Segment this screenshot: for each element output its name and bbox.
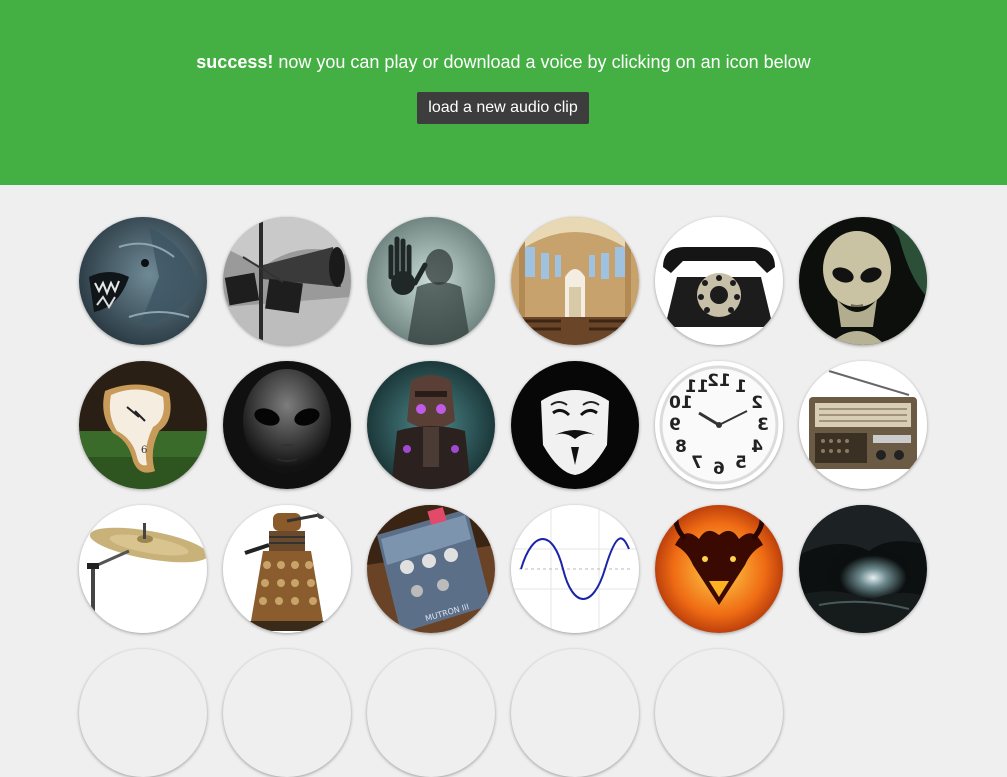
voice-item-partial[interactable] (79, 649, 207, 777)
voice-item-alien[interactable] (799, 217, 927, 345)
voice-item-radio[interactable] (799, 361, 927, 489)
voice-item-ghost[interactable] (367, 217, 495, 345)
voice-item-telephone[interactable] (655, 217, 783, 345)
monster-roar-icon (79, 217, 207, 345)
clock-numeral: 7 (691, 453, 703, 473)
voice-item-effects-pedal[interactable]: MUTRON III (367, 505, 495, 633)
clock-numeral: 9 (669, 415, 681, 435)
clock-numeral: 8 (675, 437, 687, 457)
voice-item-grey-alien[interactable] (223, 361, 351, 489)
sine-wave-icon (511, 505, 639, 633)
svg-text:6: 6 (141, 445, 147, 456)
cymbal-icon (79, 505, 207, 633)
load-new-audio-button[interactable]: load a new audio clip (417, 92, 589, 124)
anonymous-mask-icon (511, 361, 639, 489)
success-label: success! (196, 52, 274, 72)
effects-pedal-icon: MUTRON III (367, 505, 495, 633)
voice-item-cathedral[interactable] (511, 217, 639, 345)
cave-icon (799, 505, 927, 633)
reversed-clock-icon: 12 1234567891011 (655, 361, 783, 489)
grey-alien-icon (223, 361, 351, 489)
clock-numeral: 3 (757, 415, 769, 435)
fire-demon-icon (655, 505, 783, 633)
clock-numeral: 12 (707, 371, 731, 391)
clock-numeral: 6 (713, 459, 725, 479)
rotary-telephone-icon (655, 217, 783, 345)
voice-item-partial[interactable] (655, 649, 783, 777)
instruction-text: now you can play or download a voice by … (273, 52, 811, 72)
status-message: success! now you can play or download a … (0, 52, 1007, 73)
cathedral-icon (511, 217, 639, 345)
voice-item-melting-clock[interactable]: 6 (79, 361, 207, 489)
header-banner: success! now you can play or download a … (0, 0, 1007, 185)
clock-numeral: 11 (685, 377, 709, 397)
radio-icon (799, 361, 927, 489)
voice-item-fire-demon[interactable] (655, 505, 783, 633)
voice-item-partial[interactable] (511, 649, 639, 777)
dalek-icon (223, 505, 351, 633)
voice-item-megaphone[interactable] (223, 217, 351, 345)
ghost-hand-icon (367, 217, 495, 345)
megaphone-speakers-icon (223, 217, 351, 345)
clock-numeral: 4 (751, 437, 763, 457)
voice-item-dalek[interactable] (223, 505, 351, 633)
voice-item-cave[interactable] (799, 505, 927, 633)
voice-item-monster[interactable] (79, 217, 207, 345)
voice-item-partial[interactable] (223, 649, 351, 777)
voice-item-anonymous[interactable] (511, 361, 639, 489)
robot-icon (367, 361, 495, 489)
voice-item-reversed-clock[interactable]: 12 1 2 3 4 5 6 7 8 9 10 11 (655, 361, 783, 489)
melting-clock-icon: 6 (79, 361, 207, 489)
clock-numeral: 2 (751, 393, 763, 413)
voice-item-cymbal[interactable] (79, 505, 207, 633)
voice-item-partial[interactable] (367, 649, 495, 777)
voice-item-robot[interactable] (367, 361, 495, 489)
voice-item-sine-wave[interactable] (511, 505, 639, 633)
clock-numeral: 1 (735, 377, 747, 397)
clock-numeral: 5 (735, 453, 747, 473)
alien-icon (799, 217, 927, 345)
